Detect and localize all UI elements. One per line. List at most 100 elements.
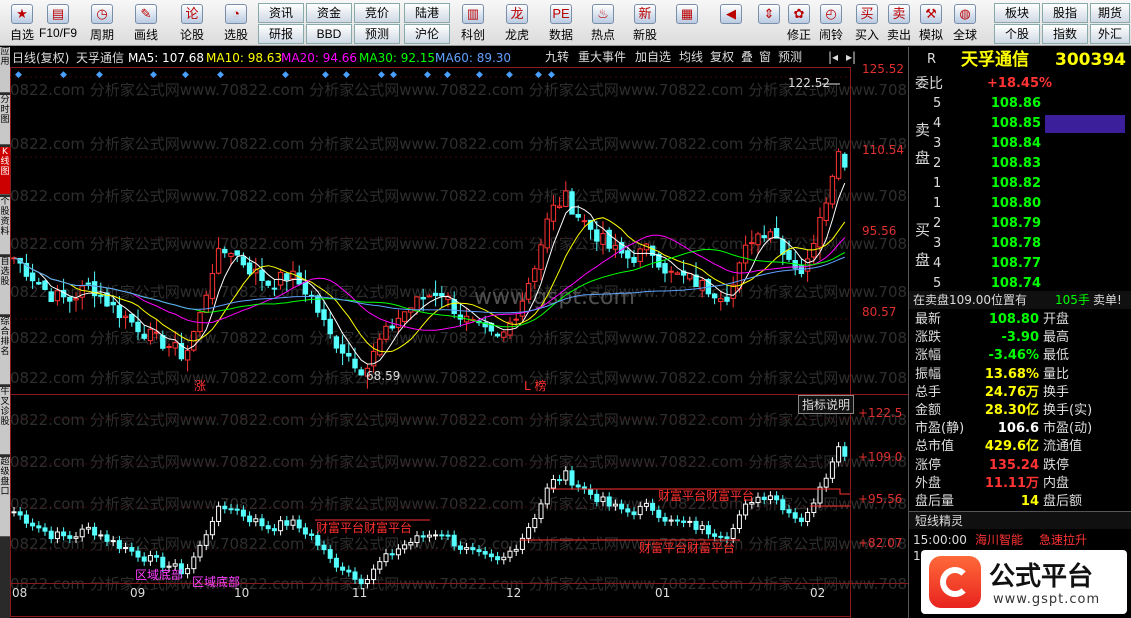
order-notice: 在卖盘109.00位置有 105手 卖单! (909, 291, 1131, 309)
kline-chart-svg[interactable]: ◆ ◆ ◆ ◆ ◆ ◆ ◆ ◆ ◆ ◆ ◆ ◆ ◆ ◆ ◆ ◆ ◆ (10, 47, 908, 618)
toolbar-big-3-button[interactable]: ✎ 画线 (126, 0, 166, 46)
toolbar-big-4-button[interactable]: 论论股 (172, 0, 212, 46)
toolbar-pair-button[interactable]: 板块 (994, 3, 1040, 23)
toolbar-big-5-button[interactable]: ◔ 选股 (216, 0, 256, 46)
logo-url: www.gspt.com (993, 592, 1101, 607)
toolbar-pair-button[interactable]: 股指 (1042, 3, 1088, 23)
toolbar-right-5-button[interactable]: 买买入 (850, 0, 884, 46)
sell-level-row[interactable]: 5 108.86 (909, 95, 1131, 113)
toolbar-pair-button[interactable]: 预测 (354, 24, 400, 44)
btn-last-page-icon[interactable]: ▸| (846, 49, 856, 66)
btn-major-events[interactable]: 重大事件 (578, 49, 626, 66)
toolbar-pair-button[interactable]: 资金 (306, 3, 352, 23)
buy-level-row[interactable]: 3 108.78 (909, 235, 1131, 253)
toolbar-right-6-button[interactable]: 卖卖出 (882, 0, 916, 46)
event-diamond-icon: ◆ (506, 70, 513, 80)
indicator-bar (333, 557, 339, 568)
stat-label: 涨幅 (915, 348, 942, 364)
indicator-bar (23, 514, 29, 524)
candle-body (439, 293, 445, 297)
btn-first-page-icon[interactable]: |◂ (828, 49, 838, 66)
jingling-header: 短线精灵 (909, 511, 1131, 529)
event-marker[interactable]: L 榜 (524, 377, 547, 394)
buy-level-row[interactable]: 1 108.80 (909, 195, 1131, 213)
toolbar-pair-button[interactable]: BBD (306, 24, 352, 44)
wealth-platform-label: 财富平台财富平台 (639, 541, 736, 555)
indicator-axis-label: +109.0 (858, 450, 903, 464)
toolbar-mid-1-button[interactable]: 龙龙虎 (496, 0, 538, 46)
toolbar-pair-button[interactable]: 资讯 (258, 3, 304, 23)
sell-level-row[interactable]: 1 108.82 (909, 175, 1131, 193)
toolbar-mid-3-button[interactable]: ♨ 热点 (582, 0, 624, 46)
candle-body (501, 331, 507, 338)
toolbar-big-2-button[interactable]: ◷ 周期 (82, 0, 122, 46)
rail-tab[interactable]: 超级盘口 (0, 457, 10, 537)
btn-overlay[interactable]: 叠 (741, 49, 753, 66)
buy-level-row[interactable]: 4 108.77 (909, 255, 1131, 273)
sell-level-row[interactable]: 3 108.84 (909, 135, 1131, 153)
indicator-help-button[interactable]: 指标说明 (798, 395, 855, 414)
toolbar-right-0-button[interactable]: ▦ (670, 0, 704, 46)
chart-mode[interactable]: 日线(复权) (12, 50, 69, 66)
indicator-bar (693, 520, 699, 530)
candle-body (116, 305, 123, 319)
hammer-icon: ⚒ (920, 4, 942, 24)
rail-tab[interactable]: 应用 (0, 47, 10, 93)
btn-add-watch[interactable]: 加自选 (635, 49, 671, 66)
toolbar-big-1-button[interactable]: ▤ F10/F9 (38, 0, 78, 46)
indicator-bar (222, 505, 228, 510)
stat-label: 量比 (1043, 366, 1070, 382)
rail-tab[interactable]: 分时图 (0, 95, 10, 145)
indicator-bar (364, 579, 370, 585)
quote-panel: R 天孚通信 300394 委比 +18.45% 5 108.86 4 108.85 3… (908, 47, 1131, 618)
indicator-bar (600, 496, 606, 503)
toolbar-pair-button[interactable]: 沪伦 (404, 24, 450, 44)
btn-ma[interactable]: 均线 (679, 49, 703, 66)
candle-body (91, 281, 98, 297)
price-axis-label: 95.56 (862, 224, 897, 238)
btn-forecast[interactable]: 预测 (778, 49, 802, 66)
toolbar-pair-button[interactable]: 研报 (258, 24, 304, 44)
indicator-bar (85, 526, 91, 530)
rail-tab[interactable]: 牛叉诊股 (0, 387, 10, 455)
toolbar-pair-button[interactable]: 期货 (1090, 3, 1130, 23)
pe-icon: PE (550, 4, 572, 24)
toolbar-right-8-button[interactable]: ◍ 全球 (948, 0, 982, 46)
sell-level-row[interactable]: 2 108.83 (909, 155, 1131, 173)
candle-body (674, 272, 681, 275)
toolbar-right-3-button[interactable]: ✿ 修正 (782, 0, 816, 46)
rail-tab[interactable]: 综合排名 (0, 317, 10, 385)
sell-level-row[interactable]: 4 108.85 (909, 115, 1131, 133)
toolbar-pair-button[interactable]: 竞价 (354, 3, 400, 23)
toolbar-big-0-button[interactable]: ★ 自选 (2, 0, 42, 46)
btn-adjust[interactable]: 复权 (710, 49, 734, 66)
toolbar-right-7-button[interactable]: ⚒ 模拟 (914, 0, 948, 46)
buy-side-label: 盘 (915, 251, 931, 269)
btn-jiuzhuan[interactable]: 九转 (545, 49, 569, 66)
toolbar-mid-2-button[interactable]: PE 数据 (540, 0, 582, 46)
toolbar-mid-0-button[interactable]: ▥ 科创 (452, 0, 494, 46)
toolbar-pair-button[interactable]: 陆港 (404, 3, 450, 23)
indicator-bar (464, 547, 470, 550)
toolbar-right-1-button[interactable]: ◀ (714, 0, 748, 46)
rail-tab[interactable]: 个股资料 (0, 197, 10, 255)
toolbar-pair-button[interactable]: 外汇 (1090, 24, 1130, 44)
candle-body (420, 296, 426, 300)
x-axis-label: 12 (506, 586, 522, 600)
candle-body (259, 269, 265, 282)
candle-body (749, 242, 755, 245)
rail-tab[interactable]: 自选股 (0, 257, 10, 315)
toolbar-pair-button[interactable]: 个股 (994, 24, 1040, 44)
indicator-bar (240, 509, 246, 517)
toolbar-right-4-button[interactable]: ◴ 闹铃 (814, 0, 848, 46)
toolbar-pair-button[interactable]: 指数 (1042, 24, 1088, 44)
buy-level-row[interactable]: 2 108.79 (909, 215, 1131, 233)
rail-tab[interactable]: K线图 (0, 147, 10, 195)
toolbar-right-2-button[interactable]: ⇕ (752, 0, 786, 46)
quote-stock-code: 300394 (1055, 50, 1126, 70)
btn-window[interactable]: 窗 (759, 49, 771, 66)
toolbar-mid-4-button[interactable]: 新新股 (624, 0, 666, 46)
event-marker[interactable]: 涨 (194, 377, 206, 394)
kline-chart-panel[interactable]: 0822.com 分析家公式网www.70822.com 分析家公式网www.7… (10, 47, 908, 618)
r-badge: R (927, 52, 937, 67)
